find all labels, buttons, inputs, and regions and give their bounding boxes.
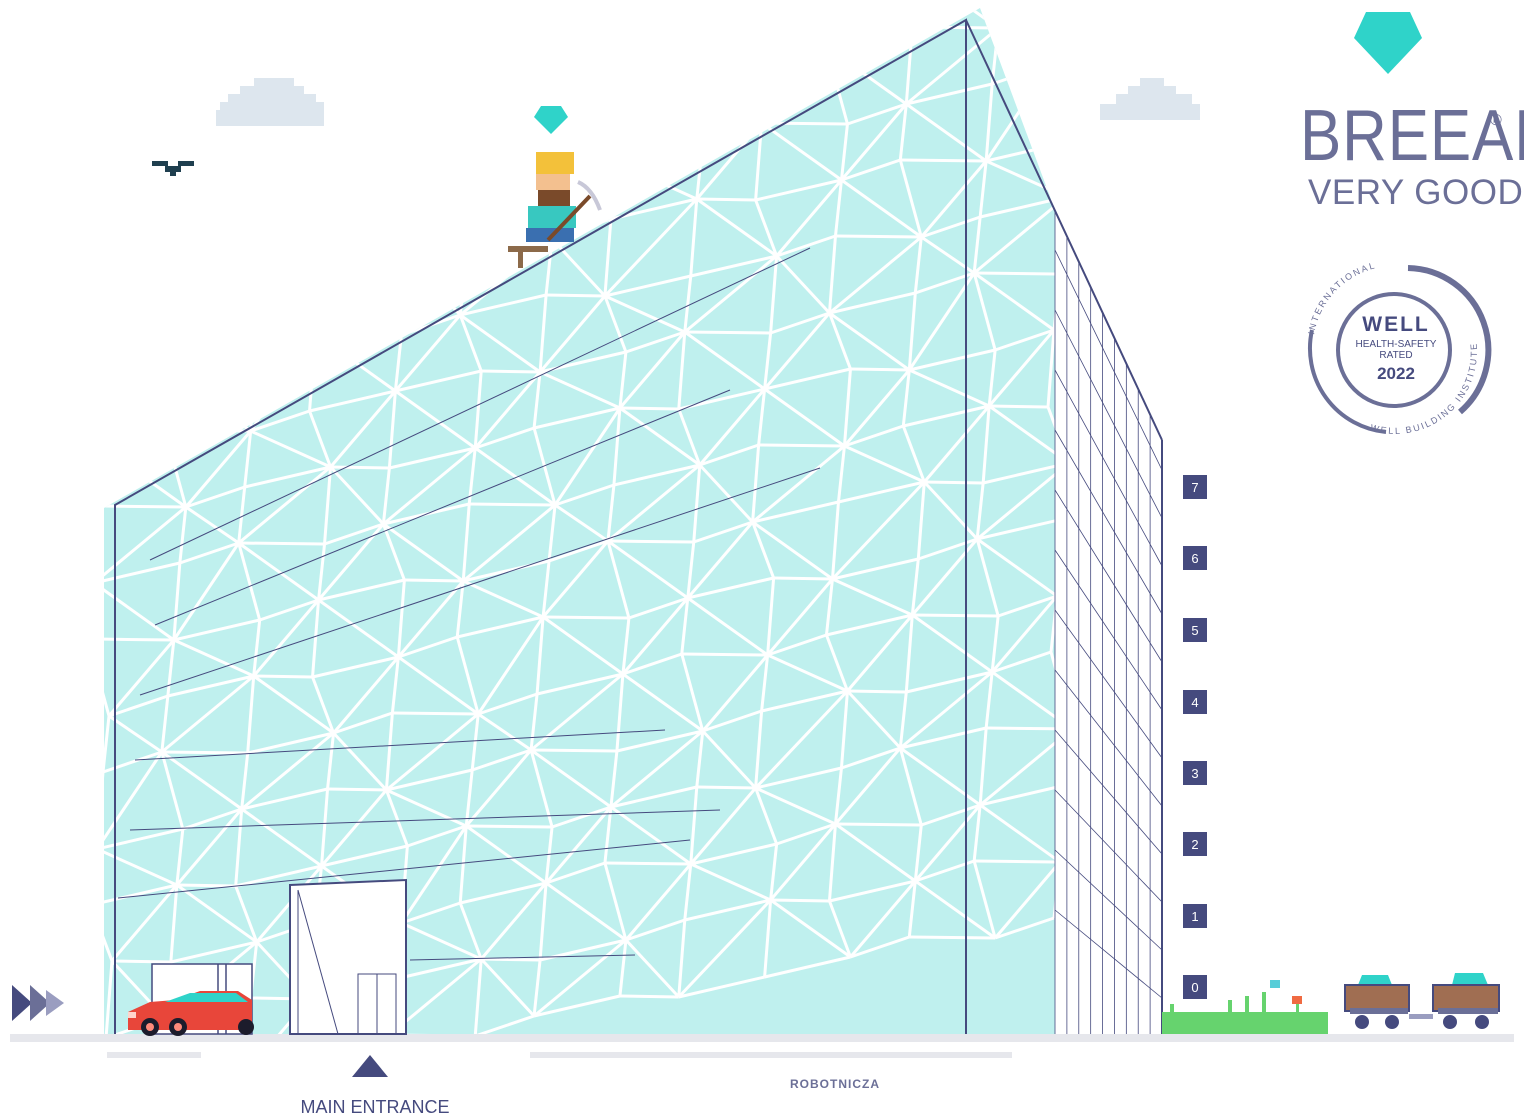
floor-button-7[interactable]: 7 <box>1183 475 1207 499</box>
street-name-label: ROBOTNICZA <box>790 1077 880 1091</box>
breeam-rating: VERY GOOD <box>1308 173 1524 212</box>
mine-cart-icon <box>1344 975 1433 1029</box>
sidewalk-left <box>107 1052 201 1058</box>
ground-line <box>10 1034 1514 1042</box>
floor-button-2[interactable]: 2 <box>1183 832 1207 856</box>
well-badge-year: 2022 <box>1377 364 1415 383</box>
cloud-icon <box>216 78 324 126</box>
main-entrance-label[interactable]: MAIN ENTRANCE <box>275 1097 475 1118</box>
floor-button-1[interactable]: 1 <box>1183 904 1207 928</box>
side-wall-grid <box>1054 210 1163 1034</box>
floor-button-3[interactable]: 3 <box>1183 761 1207 785</box>
floor-button-6[interactable]: 6 <box>1183 546 1207 570</box>
main-entrance-door <box>289 878 407 1035</box>
mine-cart-icon <box>1432 973 1500 1029</box>
floor-button-4[interactable]: 4 <box>1183 690 1207 714</box>
arrow-right-icon[interactable] <box>12 985 64 1021</box>
floor-button-5[interactable]: 5 <box>1183 618 1207 642</box>
breeam-logo-text: BREEAM <box>1300 96 1524 176</box>
bird-icon <box>152 161 194 176</box>
cloud-icon <box>1100 78 1200 120</box>
building-scene: INTERNATIONAL WELL BUILDING INSTITUTE <box>10 8 1514 1077</box>
breeam-registered-mark: ® <box>1490 112 1502 129</box>
floor-button-0[interactable]: 0 <box>1183 975 1207 999</box>
diamond-icon <box>1354 12 1422 74</box>
well-badge-line2: RATED <box>1379 350 1413 361</box>
up-arrow-icon <box>352 1055 388 1077</box>
well-badge-title: WELL <box>1362 313 1430 336</box>
diamond-icon <box>534 106 568 134</box>
well-badge-line1: HEALTH-SAFETY <box>1355 339 1437 350</box>
sidewalk-right <box>530 1052 1012 1058</box>
